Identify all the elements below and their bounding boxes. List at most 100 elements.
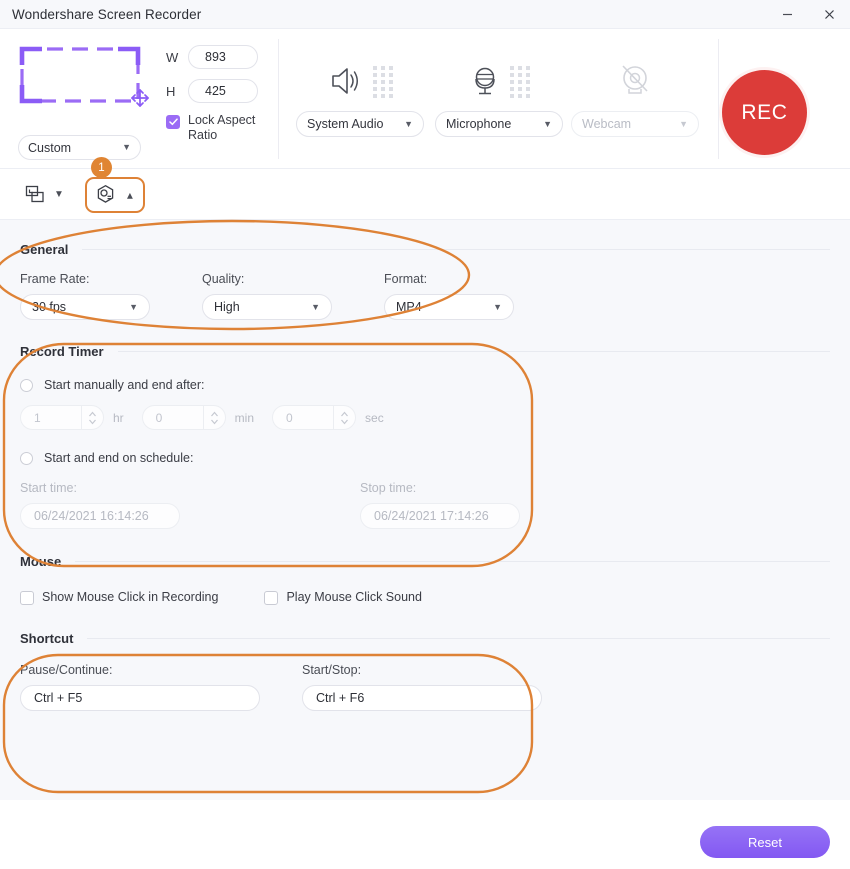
title-bar: Wondershare Screen Recorder <box>0 0 850 29</box>
close-button[interactable] <box>808 0 850 29</box>
duration-seconds-unit: sec <box>365 410 384 425</box>
show-mouse-click-checkbox[interactable] <box>20 591 34 605</box>
duration-minutes-unit: min <box>234 410 255 425</box>
dashed-selection-icon <box>19 46 141 104</box>
duration-hours-value: 1 <box>34 410 41 425</box>
app-title: Wondershare Screen Recorder <box>12 6 202 22</box>
manual-end-radio-row[interactable]: Start manually and end after: <box>20 378 830 392</box>
frame-rate-field: Frame Rate: 30 fps ▼ <box>20 272 176 320</box>
duration-minutes-stepper[interactable]: 0 <box>141 405 226 430</box>
system-audio-icon-row[interactable] <box>296 51 424 111</box>
start-time-label: Start time: <box>20 481 77 495</box>
lock-aspect-checkbox[interactable] <box>166 115 180 129</box>
manual-end-radio[interactable] <box>20 378 33 392</box>
reset-button[interactable]: Reset <box>700 826 830 858</box>
speaker-icon <box>331 68 358 94</box>
microphone-level-meter <box>509 66 530 98</box>
general-title: General <box>20 241 69 257</box>
chevron-down-icon: ▼ <box>679 118 688 129</box>
general-section: General Frame Rate: 30 fps ▼ Quality: Hi… <box>20 220 830 320</box>
header-bar: Custom ▼ W 893 H 425 Lock Aspect Ratio S… <box>0 29 850 169</box>
settings-panel: General Frame Rate: 30 fps ▼ Quality: Hi… <box>0 220 850 800</box>
webcam-select[interactable]: Webcam ▼ <box>571 111 699 137</box>
general-section-header: General <box>20 234 830 264</box>
record-timer-title: Record Timer <box>20 343 104 359</box>
lock-aspect-row[interactable]: Lock Aspect Ratio <box>166 113 273 143</box>
start-stop-field: Start/Stop: Ctrl + F6 <box>302 663 542 711</box>
settings-tool-button[interactable]: ▼ <box>84 176 145 213</box>
microphone-group: Microphone ▼ <box>435 51 563 137</box>
window-controls <box>766 0 850 29</box>
general-fields: Frame Rate: 30 fps ▼ Quality: High ▼ For… <box>20 272 830 320</box>
screenshot-tool-button[interactable]: ▼ <box>18 179 71 211</box>
chevron-down-icon: ▼ <box>404 118 413 129</box>
microphone-icon <box>474 67 495 95</box>
start-stop-input[interactable]: Ctrl + F6 <box>302 685 542 711</box>
header-divider-2 <box>718 39 719 159</box>
webcam-icon-row[interactable] <box>571 51 699 111</box>
height-row: H 425 <box>166 79 273 103</box>
check-icon <box>168 118 178 126</box>
schedule-radio[interactable] <box>20 451 33 465</box>
chevron-down-icon: ▼ <box>129 301 138 312</box>
microphone-select[interactable]: Microphone ▼ <box>435 111 563 137</box>
selection-rect-graphic[interactable] <box>18 45 149 107</box>
duration-seconds-stepper[interactable]: 0 <box>272 405 357 430</box>
mouse-title: Mouse <box>20 553 62 569</box>
section-divider <box>82 248 830 250</box>
screenshot-icon <box>25 185 44 202</box>
chevron-down-icon: ▼ <box>122 142 131 152</box>
stop-time-field: Stop time: 06/24/2021 17:14:26 <box>360 481 520 529</box>
stop-time-label: Stop time: <box>360 481 417 495</box>
stepper-arrows-icon[interactable] <box>202 406 225 429</box>
webcam-off-icon <box>622 65 648 94</box>
shortcut-section-header: Shortcut <box>20 623 830 653</box>
pause-continue-input[interactable]: Ctrl + F5 <box>20 685 260 711</box>
duration-row: 1 hr 0 min 0 sec <box>20 405 830 430</box>
quality-select[interactable]: High ▼ <box>202 294 332 320</box>
stop-time-input[interactable]: 06/24/2021 17:14:26 <box>360 503 520 529</box>
start-stop-label: Start/Stop: <box>302 663 362 677</box>
capture-mode-value: Custom <box>28 140 72 155</box>
width-input[interactable]: 893 <box>188 45 258 69</box>
format-select[interactable]: MP4 ▼ <box>384 294 514 320</box>
system-audio-level-meter <box>372 66 393 98</box>
pause-continue-field: Pause/Continue: Ctrl + F5 <box>20 663 302 711</box>
quality-field: Quality: High ▼ <box>202 272 358 320</box>
footer-bar: Reset <box>0 800 850 869</box>
move-handle-icon[interactable] <box>129 87 151 109</box>
stepper-arrows-icon[interactable] <box>81 406 103 429</box>
mouse-section: Mouse Show Mouse Click in Recording Play… <box>20 529 830 605</box>
schedule-radio-row[interactable]: Start and end on schedule: <box>20 451 830 465</box>
frame-rate-label: Frame Rate: <box>20 272 90 286</box>
shortcut-title: Shortcut <box>20 630 74 646</box>
record-timer-section-header: Record Timer <box>20 336 830 366</box>
microphone-value: Microphone <box>446 117 512 131</box>
microphone-icon-row[interactable] <box>435 51 563 111</box>
minimize-icon <box>782 13 792 16</box>
screen-recorder-window: Wondershare Screen Recorder Custom ▼ W 8… <box>0 0 850 869</box>
play-click-sound-checkbox[interactable] <box>264 591 279 605</box>
lock-aspect-label: Lock Aspect Ratio <box>188 113 256 142</box>
mouse-options-row: Show Mouse Click in Recording Play Mouse… <box>20 589 830 605</box>
frame-rate-value: 30 fps <box>32 300 67 314</box>
chevron-down-icon: ▼ <box>54 188 64 200</box>
dimensions-block: W 893 H 425 Lock Aspect Ratio <box>166 45 273 143</box>
start-time-input[interactable]: 06/24/2021 16:14:26 <box>20 503 180 529</box>
header-divider-1 <box>278 39 279 159</box>
step-badge-1: 1 <box>91 157 112 178</box>
frame-rate-select[interactable]: 30 fps ▼ <box>20 294 150 320</box>
minimize-button[interactable] <box>766 0 808 29</box>
stepper-arrows-icon[interactable] <box>333 406 355 429</box>
record-timer-section: Record Timer Start manually and end afte… <box>20 320 830 529</box>
height-input[interactable]: 425 <box>188 79 258 103</box>
shortcut-fields: Pause/Continue: Ctrl + F5 Start/Stop: Ct… <box>20 663 830 711</box>
mouse-section-header: Mouse <box>20 546 830 576</box>
system-audio-select[interactable]: System Audio ▼ <box>296 111 424 137</box>
duration-seconds-value: 0 <box>286 410 293 425</box>
close-icon <box>824 10 834 19</box>
duration-hours-stepper[interactable]: 1 <box>20 405 104 430</box>
capture-mode-select[interactable]: Custom ▼ <box>18 135 141 160</box>
record-button[interactable]: REC <box>722 70 807 155</box>
quality-value: High <box>214 300 240 314</box>
